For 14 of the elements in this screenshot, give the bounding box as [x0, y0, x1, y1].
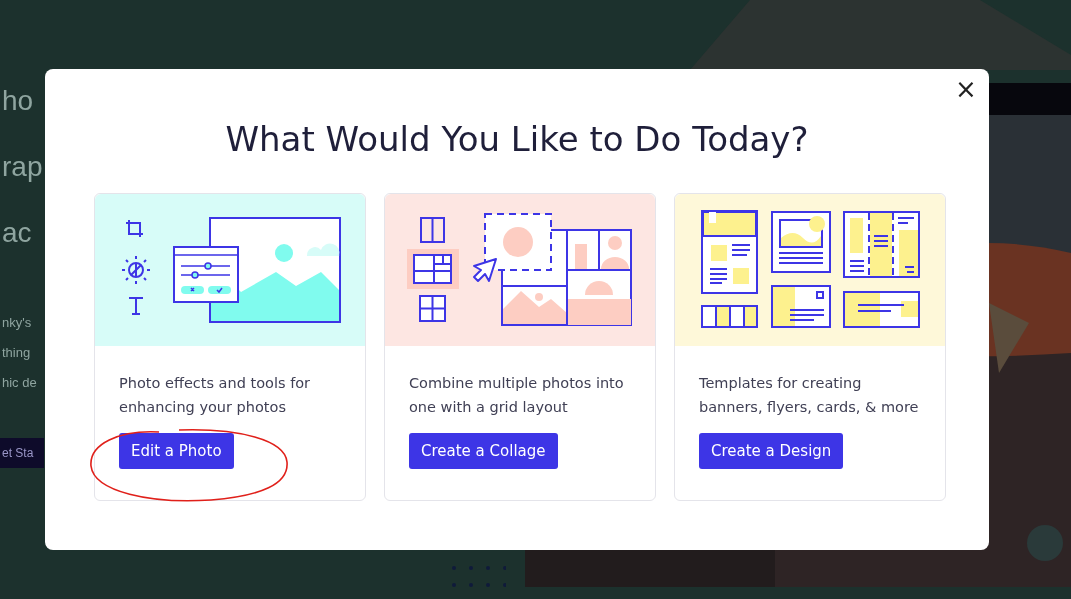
intro-text: thing — [2, 344, 31, 362]
card-action-button[interactable]: Edit a Photo — [119, 433, 234, 469]
intro-text: hic de — [2, 374, 37, 392]
headline-text: ho — [2, 84, 34, 118]
intro-text: nky's — [2, 314, 32, 332]
card-action-button[interactable]: Create a Design — [699, 433, 844, 469]
headline-text: rap — [2, 150, 43, 184]
card-description: Templates for creating banners, flyers, cards, & more — [699, 374, 920, 417]
card-description: Combine multiple photos into one with a grid layout — [409, 374, 625, 417]
get-started-button[interactable]: et Sta — [0, 438, 44, 468]
card-description: Photo effects and tools for enhancing your photos — [119, 374, 312, 417]
headline-text: ac — [2, 216, 32, 250]
card-action-button[interactable]: Create a Collage — [409, 433, 558, 469]
dialog-title: What Would You Like to Do Today? — [225, 118, 809, 161]
